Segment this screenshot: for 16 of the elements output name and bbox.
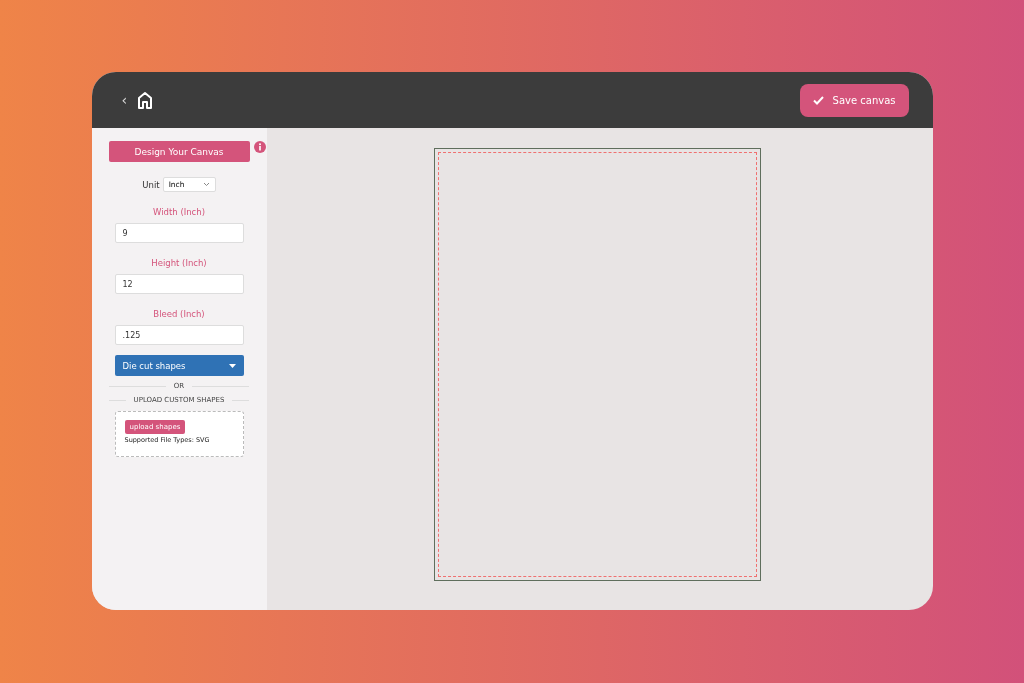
- back-button[interactable]: ‹: [121, 92, 128, 108]
- info-icon[interactable]: [253, 141, 266, 153]
- chevron-icon: [202, 182, 210, 187]
- check-icon: [812, 95, 824, 105]
- field-label: Height (Inch): [151, 258, 207, 268]
- shapes-dropdown[interactable]: Die cut shapes: [114, 355, 244, 376]
- home-icon[interactable]: [137, 91, 154, 109]
- field-label: Width (Inch): [153, 207, 205, 217]
- caret-icon: [228, 363, 236, 368]
- input-field[interactable]: .125: [114, 325, 244, 345]
- input-field[interactable]: 12: [114, 274, 244, 294]
- save-canvas-button[interactable]: Save canvas: [799, 83, 909, 117]
- input-field[interactable]: 9: [114, 223, 244, 243]
- design-canvas-button[interactable]: Design Your Canvas: [108, 141, 250, 162]
- unit-label: Unit: [142, 179, 160, 190]
- field-label: Bleed (Inch): [153, 309, 205, 319]
